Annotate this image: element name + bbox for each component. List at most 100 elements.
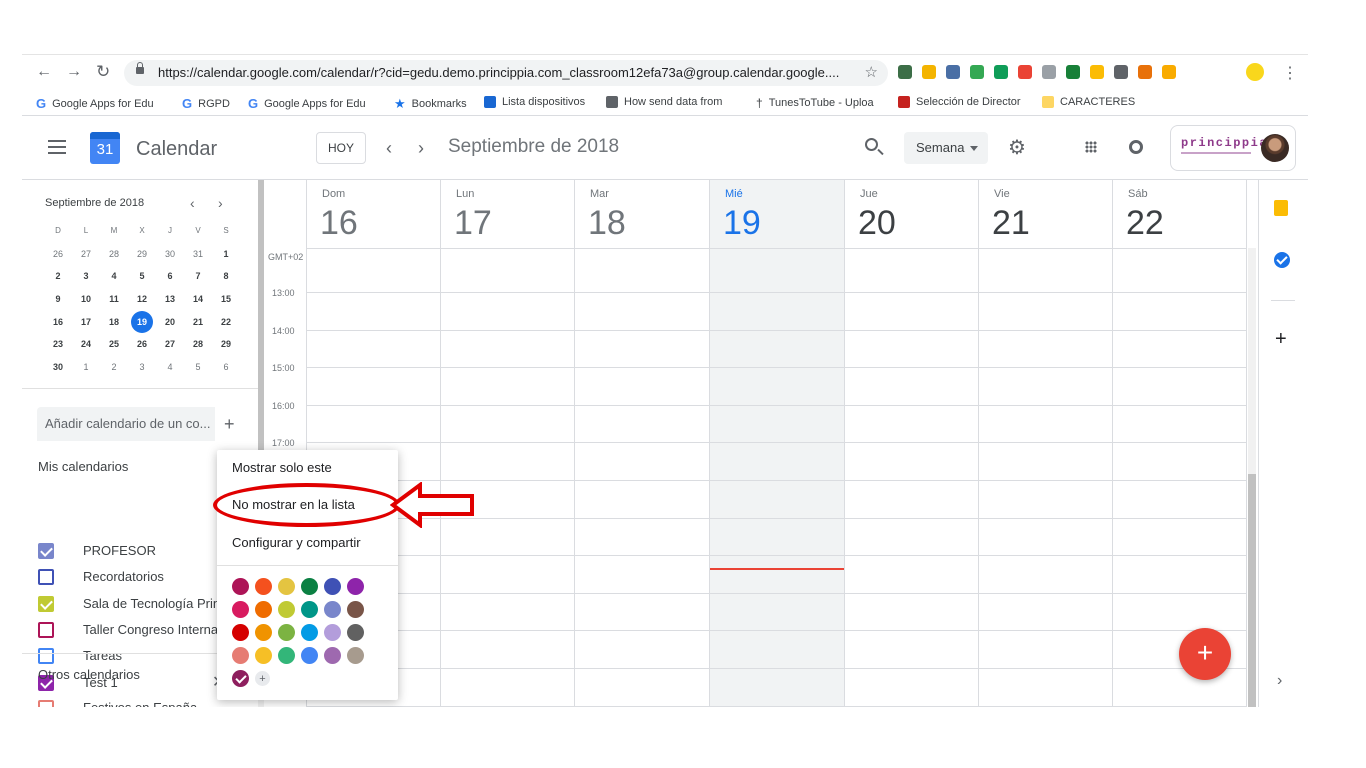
day-header[interactable]: Jue 20	[844, 180, 978, 248]
day-header[interactable]: Mar 18	[574, 180, 708, 248]
mini-day-today[interactable]: 19	[128, 310, 156, 334]
mini-day[interactable]: 27	[72, 243, 100, 266]
extension-icon[interactable]	[1114, 65, 1128, 79]
mini-day[interactable]: 3	[128, 356, 156, 379]
color-swatch[interactable]	[324, 647, 341, 664]
mini-day[interactable]: 6	[156, 265, 184, 288]
bookmark-item[interactable]: G Google Apps for Edu	[36, 96, 154, 111]
mini-day[interactable]: 29	[128, 243, 156, 266]
bookmark-item[interactable]: How send data from	[606, 96, 722, 108]
extension-icon[interactable]	[1162, 65, 1176, 79]
extension-icon[interactable]	[970, 65, 984, 79]
day-header[interactable]: Sáb 22	[1112, 180, 1246, 248]
mini-day[interactable]: 6	[212, 356, 240, 379]
gear-icon[interactable]: ⚙	[1008, 138, 1028, 158]
mini-day[interactable]: 4	[100, 265, 128, 288]
checked-checkbox[interactable]	[38, 595, 54, 612]
color-swatch[interactable]	[255, 647, 272, 664]
color-swatch[interactable]	[301, 601, 318, 618]
color-swatch[interactable]	[347, 601, 364, 618]
my-calendars-title[interactable]: Mis calendarios	[38, 459, 128, 474]
day-number[interactable]: 16	[320, 204, 358, 243]
mini-day[interactable]: 7	[184, 265, 212, 288]
bookmark-item[interactable]: Selección de Director	[898, 96, 1021, 108]
mini-day[interactable]: 2	[100, 356, 128, 379]
mini-day[interactable]: 16	[44, 311, 72, 334]
mini-day[interactable]: 1	[72, 356, 100, 379]
day-header[interactable]: Mié 19	[709, 180, 843, 248]
apps-grid-icon[interactable]	[1085, 141, 1097, 153]
day-number[interactable]: 19	[723, 204, 761, 243]
color-swatch[interactable]	[232, 647, 249, 664]
day-number[interactable]: 18	[588, 204, 626, 243]
color-swatch[interactable]	[301, 647, 318, 664]
extension-icon[interactable]	[1018, 65, 1032, 79]
checked-checkbox[interactable]	[38, 543, 54, 559]
unchecked-checkbox[interactable]	[38, 700, 54, 707]
browser-menu-icon[interactable]: ⋮	[1282, 63, 1298, 83]
mini-day[interactable]: 27	[156, 333, 184, 356]
mini-day[interactable]: 28	[100, 243, 128, 266]
mini-day[interactable]: 11	[100, 288, 128, 311]
account-chip[interactable]: princippia	[1170, 125, 1296, 171]
mini-day[interactable]: 1	[212, 243, 240, 266]
bookmark-item[interactable]: † TunesToTube - Uploa	[756, 96, 874, 110]
color-swatch[interactable]	[278, 578, 295, 595]
prev-week-icon[interactable]: ‹	[386, 138, 392, 159]
mini-day[interactable]: 23	[44, 333, 72, 356]
mini-prev-month-icon[interactable]: ‹	[190, 195, 195, 211]
today-button[interactable]: HOY	[316, 132, 366, 164]
back-arrow-icon[interactable]: ←	[36, 63, 52, 81]
mini-day[interactable]: 3	[72, 265, 100, 288]
extension-icon[interactable]	[922, 65, 936, 79]
bookmark-star-icon[interactable]: ☆	[865, 60, 878, 86]
add-calendar-plus-icon[interactable]: +	[224, 414, 235, 435]
add-calendar-input[interactable]: Añadir calendario de un co...	[37, 407, 215, 441]
user-avatar[interactable]	[1261, 134, 1289, 162]
color-swatch[interactable]	[232, 601, 249, 618]
notifications-icon[interactable]	[1129, 140, 1143, 154]
color-swatch[interactable]	[324, 624, 341, 641]
tasks-icon[interactable]	[1274, 252, 1290, 268]
mini-day[interactable]: 30	[44, 356, 72, 379]
bookmark-item[interactable]: Lista dispositivos	[484, 96, 585, 108]
bookmark-item[interactable]: ★ Bookmarks	[394, 96, 467, 112]
day-header[interactable]: Lun 17	[440, 180, 574, 248]
color-swatch[interactable]	[232, 624, 249, 641]
next-week-icon[interactable]: ›	[418, 138, 424, 159]
mini-next-month-icon[interactable]: ›	[218, 195, 223, 211]
bookmark-item[interactable]: CARACTERES	[1042, 96, 1135, 108]
extension-icon[interactable]	[1066, 65, 1080, 79]
grid-scroll-thumb[interactable]	[1248, 474, 1256, 707]
unchecked-checkbox[interactable]	[38, 621, 54, 638]
color-swatch[interactable]	[278, 601, 295, 618]
day-header[interactable]: Dom 16	[306, 180, 440, 248]
add-addon-icon[interactable]: +	[1275, 328, 1287, 351]
mini-day[interactable]: 21	[184, 311, 212, 334]
create-event-button[interactable]: +	[1179, 628, 1231, 680]
mini-day[interactable]: 25	[100, 333, 128, 356]
day-number[interactable]: 21	[992, 204, 1030, 243]
color-swatch[interactable]	[232, 578, 249, 595]
extension-icon[interactable]	[1042, 65, 1056, 79]
day-number[interactable]: 22	[1126, 204, 1164, 243]
other-calendars-title[interactable]: Otros calendarios	[38, 667, 140, 682]
mini-day[interactable]: 26	[44, 243, 72, 266]
color-swatch[interactable]	[255, 578, 272, 595]
bookmark-item[interactable]: G Google Apps for Edu	[248, 96, 366, 111]
mini-day[interactable]: 26	[128, 333, 156, 356]
day-header[interactable]: Vie 21	[978, 180, 1112, 248]
mini-day[interactable]: 8	[212, 265, 240, 288]
mini-day[interactable]: 2	[44, 265, 72, 288]
chevron-right-icon[interactable]: ›	[1277, 672, 1282, 690]
view-select[interactable]: Semana	[904, 132, 988, 164]
add-custom-color-button[interactable]: +	[255, 671, 270, 686]
mini-day[interactable]: 4	[156, 356, 184, 379]
extension-icon[interactable]	[946, 65, 960, 79]
color-swatch[interactable]	[324, 578, 341, 595]
mini-day[interactable]: 12	[128, 288, 156, 311]
unchecked-checkbox[interactable]	[38, 648, 54, 665]
color-swatch[interactable]	[301, 578, 318, 595]
mini-day[interactable]: 18	[100, 311, 128, 334]
mini-day[interactable]: 31	[184, 243, 212, 266]
